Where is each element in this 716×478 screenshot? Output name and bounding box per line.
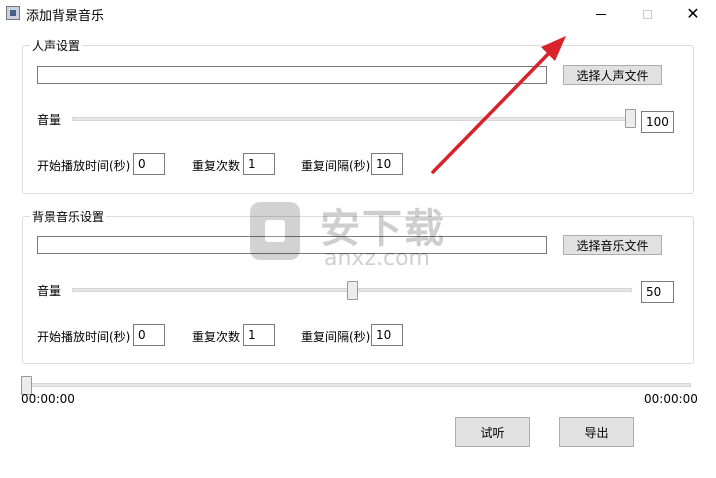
voice-volume-thumb[interactable] bbox=[625, 109, 636, 128]
music-start-time-input[interactable]: 0 bbox=[133, 324, 165, 346]
close-icon: ✕ bbox=[686, 4, 700, 23]
close-button[interactable]: ✕ bbox=[670, 0, 716, 28]
current-time-label: 00:00:00 bbox=[21, 392, 75, 406]
minimize-icon bbox=[596, 13, 606, 15]
window-title: 添加背景音乐 bbox=[26, 9, 105, 24]
music-volume-label: 音量 bbox=[37, 284, 62, 298]
watermark-bag-icon bbox=[250, 202, 300, 260]
music-repeat-interval-input[interactable]: 10 bbox=[371, 324, 403, 346]
music-volume-thumb[interactable] bbox=[346, 281, 358, 300]
voice-repeat-interval-input[interactable]: 10 bbox=[371, 153, 403, 175]
minimize-button[interactable] bbox=[578, 0, 624, 28]
preview-button[interactable]: 试听 bbox=[455, 417, 530, 447]
voice-volume-input[interactable]: 100 bbox=[641, 111, 674, 133]
music-repeat-count-input[interactable]: 1 bbox=[243, 324, 275, 346]
playback-progress-track[interactable] bbox=[21, 383, 691, 387]
music-start-time-label: 开始播放时间(秒) bbox=[37, 330, 131, 344]
music-settings-legend: 背景音乐设置 bbox=[30, 208, 107, 225]
watermark-text-en: anxz.com bbox=[324, 246, 430, 271]
voice-start-time-label: 开始播放时间(秒) bbox=[37, 159, 131, 173]
voice-settings-legend: 人声设置 bbox=[30, 37, 83, 54]
maximize-button[interactable] bbox=[624, 0, 670, 28]
add-background-music-window: 添加背景音乐 ✕ 人声设置 选择人声文件 音量 100 开始播放时间(秒) 0 … bbox=[0, 0, 716, 478]
watermark: 安下载 anxz.com bbox=[240, 188, 472, 280]
choose-voice-file-button[interactable]: 选择人声文件 bbox=[563, 65, 662, 85]
voice-repeat-count-label: 重复次数 bbox=[192, 159, 241, 173]
maximize-icon bbox=[642, 9, 652, 19]
voice-repeat-interval-label: 重复间隔(秒) bbox=[301, 159, 371, 173]
music-volume-input[interactable]: 50 bbox=[641, 281, 674, 303]
total-time-label: 00:00:00 bbox=[644, 392, 698, 406]
choose-music-file-button[interactable]: 选择音乐文件 bbox=[563, 235, 662, 255]
music-repeat-count-label: 重复次数 bbox=[192, 330, 241, 344]
voice-start-time-input[interactable]: 0 bbox=[133, 153, 165, 175]
title-bar: 添加背景音乐 ✕ bbox=[0, 0, 716, 28]
voice-volume-track[interactable] bbox=[72, 117, 636, 121]
app-icon bbox=[6, 6, 20, 20]
music-repeat-interval-label: 重复间隔(秒) bbox=[301, 330, 371, 344]
export-button[interactable]: 导出 bbox=[559, 417, 634, 447]
voice-volume-label: 音量 bbox=[37, 113, 62, 127]
voice-repeat-count-input[interactable]: 1 bbox=[243, 153, 275, 175]
voice-file-path-field[interactable] bbox=[37, 66, 547, 84]
